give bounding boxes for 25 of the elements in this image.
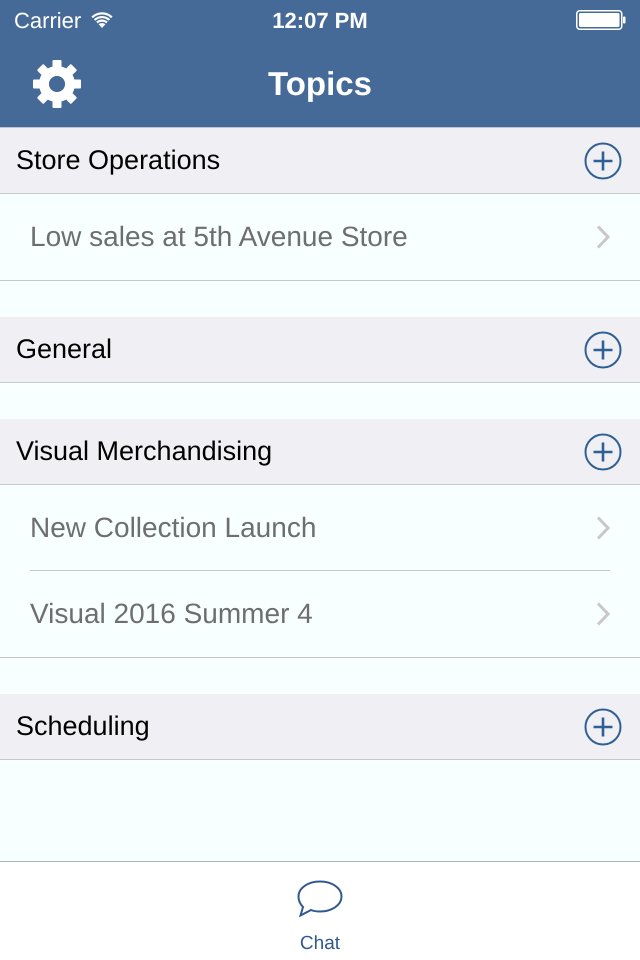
topic-row[interactable]: Low sales at 5th Avenue Store <box>30 194 610 280</box>
settings-icon[interactable] <box>32 58 82 108</box>
topic-row[interactable]: New Collection Launch <box>30 485 610 571</box>
chevron-right-icon <box>596 225 610 249</box>
add-icon[interactable] <box>584 708 622 746</box>
add-icon[interactable] <box>584 330 622 368</box>
add-icon[interactable] <box>584 142 622 180</box>
screen-title: Topics <box>268 64 372 104</box>
section-title: Scheduling <box>16 710 150 744</box>
add-icon[interactable] <box>584 432 622 470</box>
section-title: Visual Merchandising <box>16 435 272 468</box>
chat-tab[interactable]: Chat <box>0 862 640 960</box>
section-title: General <box>16 333 112 366</box>
chevron-right-icon <box>596 516 610 540</box>
topic-title: Low sales at 5th Avenue Store <box>30 220 408 254</box>
wifi-icon <box>91 12 114 28</box>
carrier-label: Carrier <box>14 6 82 34</box>
battery-icon <box>576 10 626 30</box>
section-title: Store Operations <box>16 144 220 178</box>
topic-row[interactable]: Visual 2016 Summer 4 <box>30 571 610 657</box>
speech-bubble-icon <box>297 880 343 918</box>
chevron-right-icon <box>596 602 610 626</box>
topic-title: New Collection Launch <box>30 510 316 544</box>
clock-time: 12:07 PM <box>272 6 368 34</box>
topic-title: Visual 2016 Summer 4 <box>30 597 313 631</box>
